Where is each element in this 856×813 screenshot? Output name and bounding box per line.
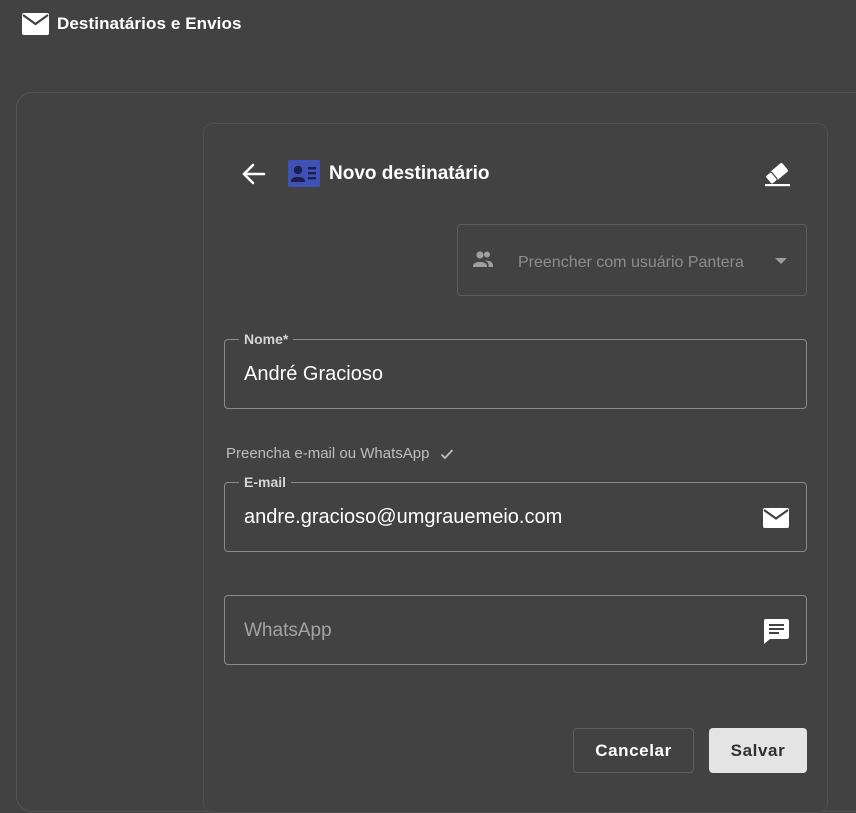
cancel-button[interactable]: Cancelar (573, 728, 694, 773)
whatsapp-field-placeholder: WhatsApp (244, 620, 332, 641)
name-field[interactable]: Nome* André Gracioso (224, 330, 807, 409)
name-field-label: Nome* (239, 330, 294, 348)
email-field[interactable]: E-mail andre.gracioso@umgrauemeio.com (224, 473, 807, 552)
contact-hint: Preencha e-mail ou WhatsApp (226, 445, 454, 462)
whatsapp-field[interactable]: WhatsApp (224, 595, 807, 665)
save-button[interactable]: Salvar (709, 728, 807, 773)
arrow-left-icon[interactable] (240, 160, 268, 188)
page-title: Destinatários e Envios (57, 14, 242, 33)
contact-card-icon (288, 160, 320, 187)
chevron-down-icon (775, 258, 787, 264)
fill-with-user-placeholder: Preencher com usuário Pantera (518, 254, 744, 271)
people-icon (473, 251, 493, 267)
mail-icon (22, 13, 49, 35)
name-field-value: André Gracioso (244, 363, 383, 385)
email-field-label: E-mail (239, 473, 292, 491)
fill-with-user-select[interactable]: Preencher com usuário Pantera (457, 224, 807, 296)
message-icon (764, 619, 789, 644)
eraser-icon[interactable] (762, 160, 792, 188)
app-header: Destinatários e Envios (0, 0, 856, 50)
mail-icon (763, 508, 789, 528)
card-title: Novo destinatário (329, 163, 490, 184)
email-field-value: andre.gracioso@umgrauemeio.com (244, 506, 563, 528)
check-icon (440, 449, 453, 460)
contact-hint-text: Preencha e-mail ou WhatsApp (226, 445, 430, 462)
